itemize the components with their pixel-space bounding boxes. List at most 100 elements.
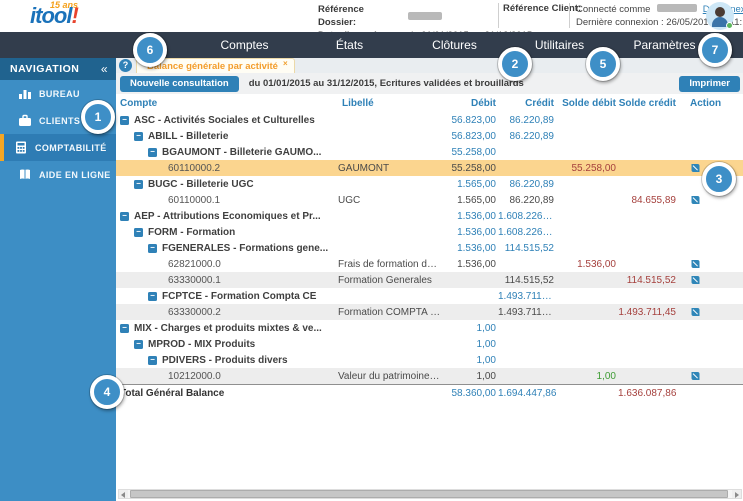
menu-item-comptes[interactable]: Comptes bbox=[192, 38, 297, 52]
credit-cell: 1.608.226,97 bbox=[498, 211, 556, 222]
table-row[interactable]: −FCPTCE - Formation Compta CE 1.493.711,4… bbox=[116, 288, 743, 304]
collapse-icon[interactable]: − bbox=[134, 228, 143, 237]
menu-item-clotures[interactable]: Clôtures bbox=[402, 38, 507, 52]
group-label: FCPTCE - Formation Compta CE bbox=[162, 291, 316, 302]
group-label: FORM - Formation bbox=[148, 227, 235, 238]
sidebar-collapse-icon[interactable]: « bbox=[101, 62, 108, 76]
group-label: FGENERALES - Formations gene... bbox=[162, 243, 328, 254]
table-row[interactable]: −AEP - Attributions Economiques et Pr...… bbox=[116, 208, 743, 224]
main-content: ? Balance générale par activité × Nouvel… bbox=[116, 58, 743, 501]
table-header-row: CompteLibelléDébitCréditSolde débitSolde… bbox=[116, 94, 743, 112]
itool-logo: 15 ans itool! bbox=[30, 1, 110, 31]
credit-cell: 1.493.711,45 bbox=[498, 291, 556, 302]
group-label: ABILL - Billeterie bbox=[148, 131, 228, 142]
collapse-icon[interactable]: − bbox=[148, 356, 157, 365]
toolbar: Nouvelle consultation du 01/01/2015 au 3… bbox=[116, 73, 743, 94]
top-header: 15 ans itool! Référence Dossier:Date d'e… bbox=[0, 0, 743, 32]
collapse-icon[interactable]: − bbox=[134, 132, 143, 141]
table-row[interactable]: 10212000.0Valeur du patrimoine intégré –… bbox=[116, 368, 743, 384]
username-redacted bbox=[657, 4, 697, 12]
journal-book-icon[interactable] bbox=[690, 165, 701, 173]
action-cell bbox=[678, 371, 743, 381]
table-row[interactable]: −MIX - Charges et produits mixtes & ve..… bbox=[116, 320, 743, 336]
debit-cell: 1.536,00 bbox=[446, 259, 498, 270]
journal-book-icon[interactable] bbox=[690, 261, 701, 269]
callout-4: 4 bbox=[90, 375, 124, 409]
horizontal-scrollbar[interactable] bbox=[118, 489, 742, 499]
connected-as-label: Connecté comme bbox=[576, 4, 650, 15]
column-header-debit: Débit bbox=[446, 98, 498, 109]
tab-close-icon[interactable]: × bbox=[283, 59, 288, 68]
table-row[interactable]: −FGENERALES - Formations gene...1.536,00… bbox=[116, 240, 743, 256]
collapse-icon[interactable]: − bbox=[148, 148, 157, 157]
solde-credit-cell: 84.655,89 bbox=[618, 195, 678, 206]
collapse-icon[interactable]: − bbox=[120, 116, 129, 125]
collapse-icon[interactable]: − bbox=[148, 244, 157, 253]
callout-1: 1 bbox=[81, 100, 115, 134]
callout-2: 2 bbox=[498, 47, 532, 81]
journal-book-icon[interactable] bbox=[690, 373, 701, 381]
scroll-right-icon[interactable] bbox=[732, 490, 741, 498]
credit-cell: 1.608.226,97 bbox=[498, 227, 556, 238]
table-row[interactable]: 62821000.0Frais de formation des élus Se… bbox=[116, 256, 743, 272]
table-row[interactable]: 63330000.2Formation COMPTA CE1.493.711,4… bbox=[116, 304, 743, 320]
group-label: MIX - Charges et produits mixtes & ve... bbox=[134, 323, 322, 334]
table-row[interactable]: −ASC - Activités Sociales et Culturelles… bbox=[116, 112, 743, 128]
solde-credit-cell: 1.493.711,45 bbox=[618, 307, 678, 318]
table-row[interactable]: 60110000.2GAUMONT55.258,0055.258,00 bbox=[116, 160, 743, 176]
collapse-icon[interactable]: − bbox=[120, 324, 129, 333]
journal-book-icon[interactable] bbox=[690, 197, 701, 205]
table-row[interactable]: −BUGC - Billeterie UGC1.565,0086.220,89 bbox=[116, 176, 743, 192]
collapse-icon[interactable]: − bbox=[120, 212, 129, 221]
account-number: 60110000.1 bbox=[116, 195, 338, 206]
debit-cell: 55.258,00 bbox=[446, 163, 498, 174]
credit-cell: 114.515,52 bbox=[498, 243, 556, 254]
scroll-left-icon[interactable] bbox=[119, 490, 128, 498]
bar-chart-icon bbox=[18, 87, 32, 100]
help-icon[interactable]: ? bbox=[119, 59, 132, 72]
table-row[interactable]: 63330000.1Formation Generales114.515,521… bbox=[116, 272, 743, 288]
solde-credit-cell: 114.515,52 bbox=[618, 275, 678, 286]
sidebar-items: BUREAUCLIENTSCOMPTABILITÉAIDE EN LIGNE bbox=[0, 80, 116, 188]
nouvelle-consultation-button[interactable]: Nouvelle consultation bbox=[120, 76, 239, 92]
header-field: Référence Dossier: bbox=[318, 3, 532, 29]
table-row[interactable]: −FORM - Formation1.536,001.608.226,97 bbox=[116, 224, 743, 240]
collapse-icon[interactable]: − bbox=[134, 340, 143, 349]
collapse-icon[interactable]: − bbox=[134, 180, 143, 189]
sidebar-header: NAVIGATION « bbox=[0, 58, 116, 80]
main-menu: ComptesÉtatsClôturesUtilitairesParamètre… bbox=[192, 38, 717, 52]
debit-cell: 1.565,00 bbox=[446, 179, 498, 190]
column-header-action: Action bbox=[678, 98, 743, 109]
journal-book-icon[interactable] bbox=[690, 309, 701, 317]
imprimer-button[interactable]: Imprimer bbox=[679, 76, 740, 92]
scrollbar-thumb[interactable] bbox=[130, 490, 728, 498]
table-row[interactable]: 60110000.1UGC1.565,0086.220,8984.655,89 bbox=[116, 192, 743, 208]
debit-cell: 1.565,00 bbox=[446, 195, 498, 206]
credit-cell: 114.515,52 bbox=[498, 275, 556, 286]
header-divider bbox=[498, 3, 499, 28]
table-body: −ASC - Activités Sociales et Culturelles… bbox=[116, 112, 743, 384]
sidebar-item-label: AIDE EN LIGNE bbox=[39, 170, 111, 180]
sidebar-item-aide-en-ligne[interactable]: AIDE EN LIGNE bbox=[0, 161, 116, 188]
sidebar-item-label: CLIENTS bbox=[39, 116, 80, 126]
column-header-compte: Compte bbox=[116, 98, 338, 109]
menu-item-etats[interactable]: États bbox=[297, 38, 402, 52]
collapse-icon[interactable]: − bbox=[148, 292, 157, 301]
debit-cell: 1,00 bbox=[446, 355, 498, 366]
credit-cell: 86.220,89 bbox=[498, 195, 556, 206]
action-cell bbox=[678, 307, 743, 317]
debit-cell: 1,00 bbox=[446, 339, 498, 350]
journal-book-icon[interactable] bbox=[690, 277, 701, 285]
debit-cell: 1.536,00 bbox=[446, 211, 498, 222]
logo-text: itool! bbox=[30, 5, 78, 27]
book-icon bbox=[18, 168, 32, 181]
account-number: 60110000.2 bbox=[116, 163, 338, 174]
table-row[interactable]: −BGAUMONT - Billeterie GAUMO...55.258,00 bbox=[116, 144, 743, 160]
table-row[interactable]: −ABILL - Billeterie56.823,0086.220,89 bbox=[116, 128, 743, 144]
group-label: BGAUMONT - Billeterie GAUMO... bbox=[162, 147, 321, 158]
group-label: ASC - Activités Sociales et Culturelles bbox=[134, 115, 315, 126]
table-row[interactable]: −MPROD - MIX Produits1,00 bbox=[116, 336, 743, 352]
sidebar-item-comptabilite[interactable]: COMPTABILITÉ bbox=[0, 134, 116, 161]
tab-bar: ? Balance générale par activité × bbox=[116, 58, 743, 73]
table-row[interactable]: −PDIVERS - Produits divers1,00 bbox=[116, 352, 743, 368]
